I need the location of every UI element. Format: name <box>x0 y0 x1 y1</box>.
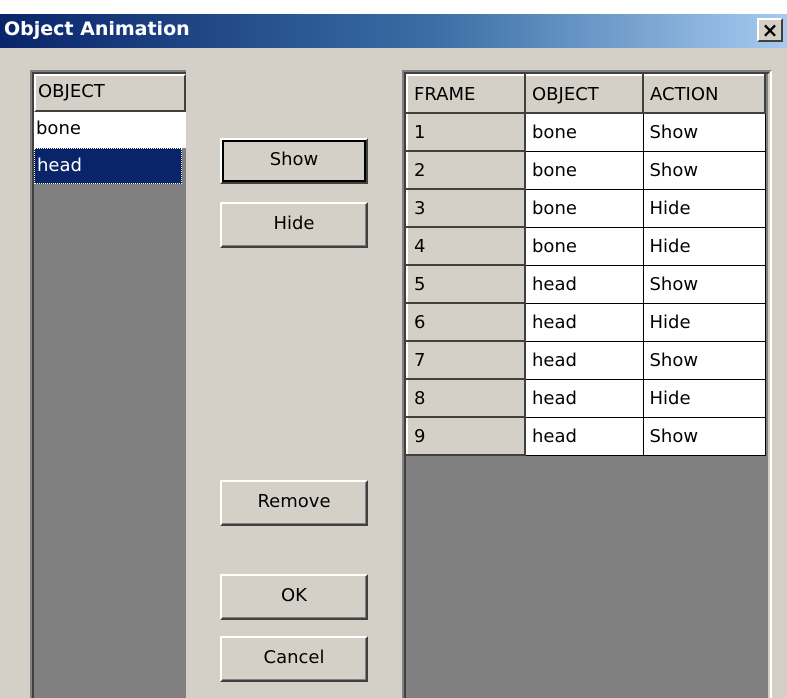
remove-button-label: Remove <box>257 491 331 512</box>
column-header-frame[interactable]: FRAME <box>406 74 526 114</box>
frame-cell[interactable]: 8 <box>406 378 526 418</box>
table-row[interactable]: 8 head Hide <box>406 378 766 418</box>
object-cell[interactable]: head <box>525 265 644 304</box>
list-item-head[interactable]: head <box>34 148 182 184</box>
frame-cell[interactable]: 6 <box>406 302 526 342</box>
table-row[interactable]: 1 bone Show <box>406 112 766 152</box>
close-icon: × <box>761 18 779 42</box>
ok-button[interactable]: OK <box>220 574 368 620</box>
action-cell[interactable]: Hide <box>643 379 766 418</box>
dialog-title: Object Animation <box>4 18 190 40</box>
object-cell[interactable]: head <box>525 303 644 342</box>
object-animation-dialog: Object Animation × OBJECT bone head Show… <box>0 14 787 698</box>
frame-grid[interactable]: FRAME OBJECT ACTION 1 bone Show 2 bone Show 3 b… <box>402 70 772 698</box>
hide-button[interactable]: Hide <box>220 202 368 248</box>
object-cell[interactable]: head <box>525 341 644 380</box>
table-row[interactable]: 6 head Hide <box>406 302 766 342</box>
object-cell[interactable]: bone <box>525 151 644 190</box>
object-listbox[interactable]: OBJECT bone head <box>30 70 186 698</box>
action-cell[interactable]: Hide <box>643 227 766 266</box>
action-cell[interactable]: Hide <box>643 303 766 342</box>
object-cell[interactable]: bone <box>525 227 644 266</box>
frame-cell[interactable]: 1 <box>406 112 526 152</box>
table-row[interactable]: 7 head Show <box>406 340 766 380</box>
close-button[interactable]: × <box>757 18 783 42</box>
action-cell[interactable]: Show <box>643 341 766 380</box>
frame-cell[interactable]: 9 <box>406 416 526 456</box>
action-cell[interactable]: Hide <box>643 189 766 228</box>
frame-cell[interactable]: 2 <box>406 150 526 190</box>
action-cell[interactable]: Show <box>643 113 766 152</box>
table-row[interactable]: 2 bone Show <box>406 150 766 190</box>
frame-cell[interactable]: 7 <box>406 340 526 380</box>
list-item-bone[interactable]: bone <box>34 112 186 148</box>
title-bar[interactable]: Object Animation × <box>0 14 787 48</box>
show-button[interactable]: Show <box>220 138 368 184</box>
object-cell[interactable]: bone <box>525 113 644 152</box>
frame-cell[interactable]: 4 <box>406 226 526 266</box>
hide-button-label: Hide <box>273 213 315 234</box>
frame-table: FRAME OBJECT ACTION 1 bone Show 2 bone Show 3 b… <box>406 74 766 456</box>
ok-button-label: OK <box>281 585 307 606</box>
column-header-action[interactable]: ACTION <box>642 74 766 114</box>
action-cell[interactable]: Show <box>643 417 766 456</box>
table-row[interactable]: 3 bone Hide <box>406 188 766 228</box>
column-header-object[interactable]: OBJECT <box>524 74 644 114</box>
action-cell[interactable]: Show <box>643 151 766 190</box>
cancel-button-label: Cancel <box>263 647 325 668</box>
object-list-header[interactable]: OBJECT <box>34 74 186 112</box>
table-row[interactable]: 4 bone Hide <box>406 226 766 266</box>
action-cell[interactable]: Show <box>643 265 766 304</box>
table-header-row: FRAME OBJECT ACTION <box>406 74 766 114</box>
object-cell[interactable]: bone <box>525 189 644 228</box>
show-button-label: Show <box>269 149 319 170</box>
frame-cell[interactable]: 5 <box>406 264 526 304</box>
object-cell[interactable]: head <box>525 379 644 418</box>
cancel-button[interactable]: Cancel <box>220 636 368 682</box>
table-row[interactable]: 5 head Show <box>406 264 766 304</box>
remove-button[interactable]: Remove <box>220 480 368 526</box>
table-row[interactable]: 9 head Show <box>406 416 766 456</box>
object-cell[interactable]: head <box>525 417 644 456</box>
frame-cell[interactable]: 3 <box>406 188 526 228</box>
